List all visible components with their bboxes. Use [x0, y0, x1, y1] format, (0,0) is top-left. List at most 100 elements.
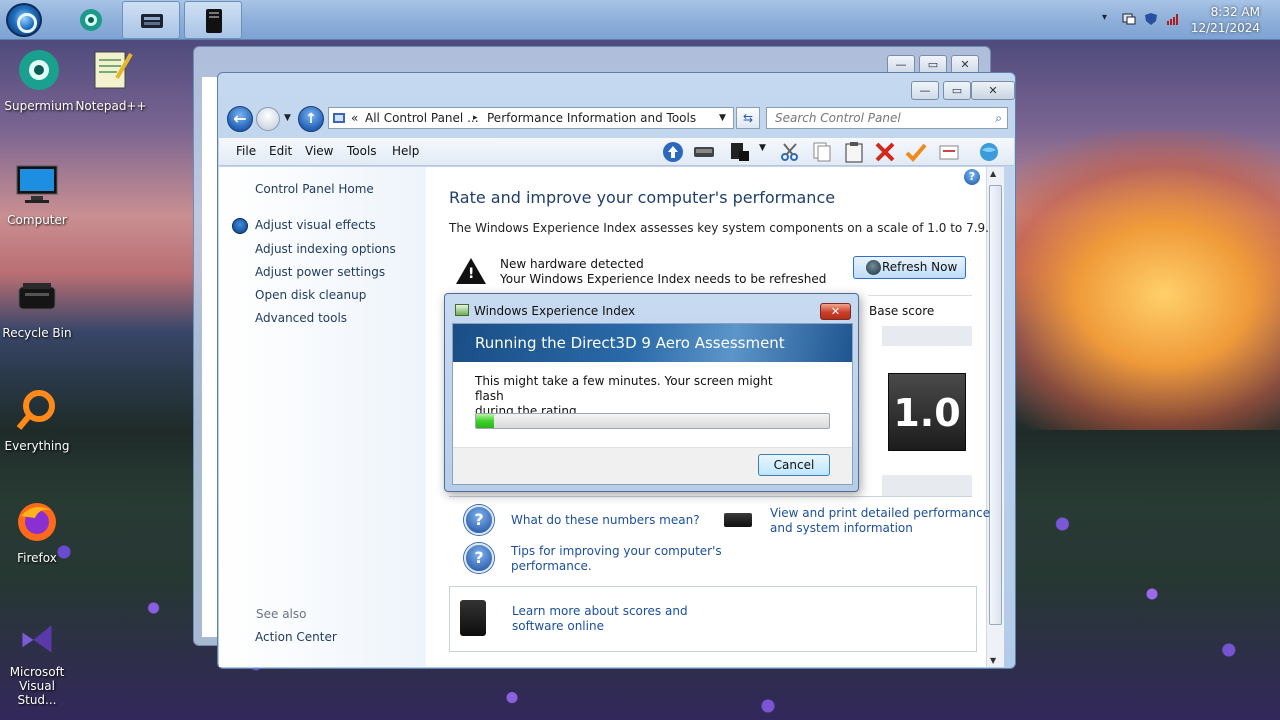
desktop-icon-notepadpp[interactable]: Notepad++: [74, 48, 148, 113]
maximize-button[interactable]: ▭: [943, 81, 971, 100]
copy-icon[interactable]: [811, 141, 833, 163]
computer-tool-icon[interactable]: [729, 141, 751, 163]
computer-tower-icon: [206, 9, 222, 33]
desktop-icon-label: Notepad++: [75, 99, 147, 113]
menu-file[interactable]: File: [236, 144, 256, 158]
window-app-icon: [141, 14, 163, 28]
desktop-icon-computer[interactable]: Computer: [0, 162, 74, 227]
monitor-icon: [16, 165, 58, 203]
desktop-icon-supermium[interactable]: Supermium: [2, 48, 76, 113]
menu-help[interactable]: Help: [392, 144, 419, 158]
base-score-row-shade: [882, 475, 972, 496]
delete-icon[interactable]: [874, 141, 896, 163]
taskbar-supermium-button[interactable]: [62, 1, 120, 39]
link-tips-line1: Tips for improving your computer's: [511, 544, 722, 558]
sidebar-open-disk-cleanup[interactable]: Open disk cleanup: [255, 288, 366, 302]
menu-view[interactable]: View: [305, 144, 333, 158]
link-learn-more-scores[interactable]: Learn more about scores and software onl…: [512, 604, 688, 634]
sidebar-action-center[interactable]: Action Center: [255, 630, 337, 644]
page-title: Rate and improve your computer's perform…: [449, 188, 836, 207]
address-segment-control-panel[interactable]: All Control Panel ...: [365, 108, 479, 128]
link-what-numbers-mean[interactable]: What do these numbers mean?: [511, 513, 700, 528]
table-divider: [868, 295, 972, 296]
sidebar-adjust-visual-effects[interactable]: Adjust visual effects: [255, 218, 376, 232]
sidebar: Control Panel Home Adjust visual effects…: [219, 167, 426, 667]
desktop-icon-label: Firefox: [17, 551, 57, 565]
link-tips-improving[interactable]: Tips for improving your computer's perfo…: [511, 544, 722, 574]
dialog-message-line1: This might take a few minutes. Your scre…: [475, 374, 773, 403]
desktop-icon-everything[interactable]: Everything: [0, 388, 74, 453]
experience-index-dialog[interactable]: Windows Experience Index ✕ Running the D…: [444, 293, 859, 492]
refresh-icon: [866, 260, 881, 275]
taskbar-performance-button[interactable]: [184, 1, 242, 39]
address-segment-performance[interactable]: Performance Information and Tools: [487, 108, 696, 128]
properties-icon[interactable]: [938, 141, 960, 163]
dialog-title: Windows Experience Index: [474, 304, 636, 318]
sidebar-control-panel-home[interactable]: Control Panel Home: [255, 182, 374, 196]
recent-pages-dropdown[interactable]: ▼: [284, 113, 291, 123]
back-button[interactable]: ←: [227, 106, 253, 132]
scroll-up-arrow[interactable]: ▲: [990, 169, 996, 178]
address-prefix[interactable]: «: [351, 108, 358, 128]
system-tray: ▾ 8:32 AM 12/21/2024: [1090, 0, 1280, 40]
help-question-icon[interactable]: ?: [464, 505, 494, 535]
menu-edit[interactable]: Edit: [269, 144, 292, 158]
desktop-icon-recycle-bin[interactable]: Recycle Bin: [0, 275, 74, 340]
desktop-icon-visual-studio[interactable]: Microsoft Visual Stud...: [0, 618, 74, 707]
search-icon[interactable]: ⌕: [995, 108, 1002, 128]
start-button[interactable]: [6, 3, 42, 37]
up-arrow-icon[interactable]: [662, 141, 684, 163]
scroll-thumb[interactable]: [989, 185, 1002, 625]
vertical-scrollbar[interactable]: ▲ ▼: [986, 167, 1004, 667]
tool-dropdown-icon[interactable]: ▼: [759, 143, 781, 165]
menu-bar: File Edit View Tools Help ▼: [219, 138, 1014, 166]
menu-tools[interactable]: Tools: [347, 144, 377, 158]
up-button[interactable]: ↑: [298, 106, 324, 132]
base-score-header: Base score: [869, 304, 935, 318]
clock-time: 8:32 AM: [1210, 5, 1260, 19]
see-also-heading: See also: [256, 607, 307, 621]
shield-tray-icon[interactable]: [1144, 12, 1158, 26]
cancel-button[interactable]: Cancel: [758, 454, 830, 476]
taskbar-app-button[interactable]: [122, 1, 180, 39]
address-bar[interactable]: « All Control Panel ... ▸ Performance In…: [328, 107, 734, 129]
desktop-icon-firefox[interactable]: Firefox: [0, 500, 74, 565]
desktop-icon-label: Computer: [7, 213, 67, 227]
content-divider: [449, 496, 972, 497]
printer-icon: [724, 513, 752, 527]
notepad-plus-plus-icon: [94, 51, 133, 89]
globe-icon[interactable]: [978, 141, 1000, 163]
search-placeholder: Search Control Panel: [775, 111, 901, 125]
network-icon[interactable]: [1122, 12, 1136, 26]
link-view-print-details[interactable]: View and print detailed performance and …: [770, 506, 990, 536]
sidebar-adjust-power-settings[interactable]: Adjust power settings: [255, 265, 385, 279]
checkmark-icon[interactable]: [905, 141, 927, 163]
address-separator[interactable]: ▸: [473, 108, 478, 128]
paste-icon[interactable]: [843, 141, 865, 163]
help-question-icon[interactable]: ?: [464, 543, 494, 573]
sidebar-advanced-tools[interactable]: Advanced tools: [255, 311, 347, 325]
dialog-close-button[interactable]: ✕: [820, 303, 851, 320]
scroll-down-arrow[interactable]: ▼: [990, 656, 996, 665]
hardware-detected-subtitle: Your Windows Experience Index needs to b…: [500, 272, 827, 286]
shield-icon: [232, 218, 248, 234]
tray-expand-icon[interactable]: ▾: [1102, 12, 1116, 26]
link-learn-line1: Learn more about scores and: [512, 604, 688, 618]
search-input[interactable]: Search Control Panel ⌕: [766, 107, 1008, 129]
refresh-address-button[interactable]: ⇆: [736, 107, 760, 129]
everything-search-icon: [16, 390, 55, 430]
address-dropdown-icon[interactable]: ▼: [719, 108, 726, 128]
minimize-button[interactable]: —: [911, 81, 939, 100]
signal-icon[interactable]: [1166, 12, 1180, 26]
clock-date: 12/21/2024: [1190, 21, 1260, 35]
clock[interactable]: 8:32 AM 12/21/2024: [1191, 4, 1260, 36]
cut-icon[interactable]: [779, 141, 801, 163]
forward-button[interactable]: [256, 107, 280, 131]
close-button[interactable]: ✕: [971, 81, 1015, 100]
refresh-now-button[interactable]: Refresh Now: [853, 256, 966, 279]
sidebar-adjust-indexing-options[interactable]: Adjust indexing options: [255, 242, 396, 256]
drive-icon[interactable]: [693, 141, 715, 163]
link-print-line2: and system information: [770, 521, 913, 535]
control-panel-icon: [333, 113, 345, 123]
help-icon[interactable]: ?: [964, 169, 980, 185]
